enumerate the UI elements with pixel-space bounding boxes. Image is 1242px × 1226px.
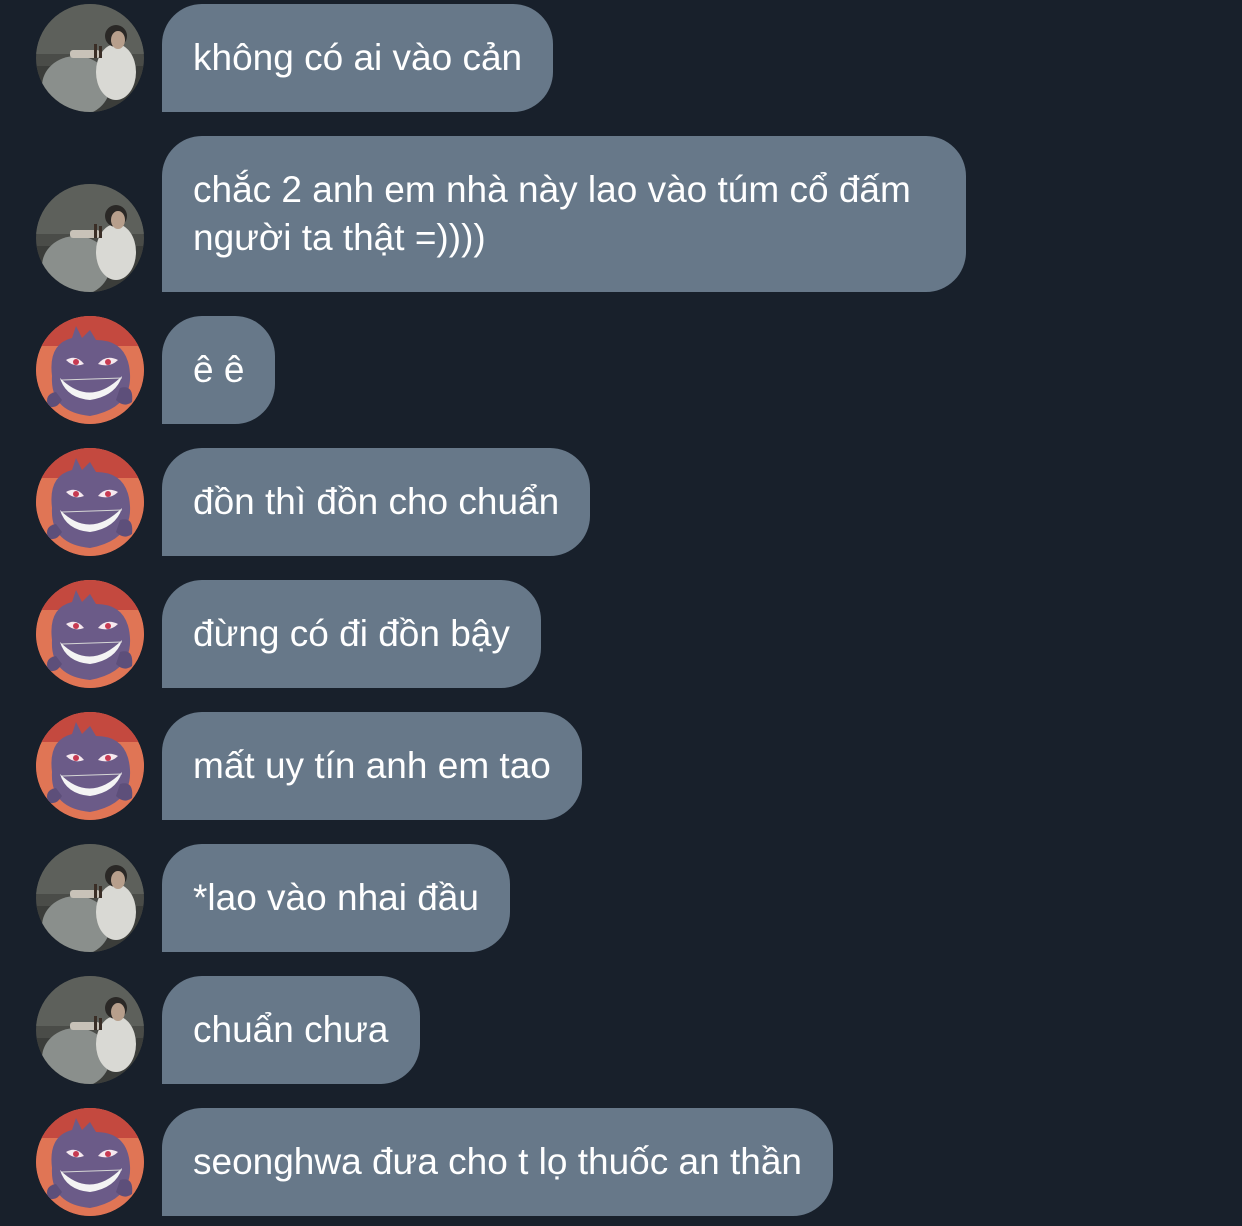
avatar-user-a-icon[interactable] bbox=[36, 844, 144, 952]
message-text: chắc 2 anh em nhà này lao vào túm cổ đấm… bbox=[193, 169, 911, 258]
message-bubble[interactable]: chuẩn chưa bbox=[162, 976, 420, 1084]
message-bubble[interactable]: mất uy tín anh em tao bbox=[162, 712, 582, 820]
message-bubble[interactable]: ê ê bbox=[162, 316, 276, 424]
message-text: ê ê bbox=[193, 349, 245, 390]
message-text: seonghwa đưa cho t lọ thuốc an thần bbox=[193, 1141, 802, 1182]
avatar-user-a-icon[interactable] bbox=[36, 4, 144, 112]
message-row: không có ai vào cản bbox=[0, 4, 1242, 112]
message-bubble[interactable]: đừng có đi đồn bậy bbox=[162, 580, 541, 688]
message-text: mất uy tín anh em tao bbox=[193, 745, 551, 786]
message-text: *lao vào nhai đầu bbox=[193, 877, 479, 918]
avatar-user-b-icon[interactable] bbox=[36, 316, 144, 424]
message-bubble[interactable]: chắc 2 anh em nhà này lao vào túm cổ đấm… bbox=[162, 136, 966, 292]
message-row: chuẩn chưa bbox=[0, 976, 1242, 1084]
message-row: mất uy tín anh em tao bbox=[0, 712, 1242, 820]
message-row: seonghwa đưa cho t lọ thuốc an thần bbox=[0, 1108, 1242, 1216]
message-row: chắc 2 anh em nhà này lao vào túm cổ đấm… bbox=[0, 136, 1242, 292]
avatar-user-a-icon[interactable] bbox=[36, 184, 144, 292]
message-row: *lao vào nhai đầu bbox=[0, 844, 1242, 952]
message-row: đồn thì đồn cho chuẩn bbox=[0, 448, 1242, 556]
message-text: đồn thì đồn cho chuẩn bbox=[193, 481, 560, 522]
message-bubble[interactable]: đồn thì đồn cho chuẩn bbox=[162, 448, 591, 556]
avatar-user-a-icon[interactable] bbox=[36, 976, 144, 1084]
message-row: ê ê bbox=[0, 316, 1242, 424]
message-bubble[interactable]: *lao vào nhai đầu bbox=[162, 844, 510, 952]
message-text: chuẩn chưa bbox=[193, 1009, 389, 1050]
message-bubble[interactable]: không có ai vào cản bbox=[162, 4, 554, 112]
avatar-user-b-icon[interactable] bbox=[36, 712, 144, 820]
message-text: đừng có đi đồn bậy bbox=[193, 613, 510, 654]
message-bubble[interactable]: seonghwa đưa cho t lọ thuốc an thần bbox=[162, 1108, 833, 1216]
avatar-user-b-icon[interactable] bbox=[36, 580, 144, 688]
message-text: không có ai vào cản bbox=[193, 37, 523, 78]
message-row: đừng có đi đồn bậy bbox=[0, 580, 1242, 688]
chat-message-list: không có ai vào cản chắc 2 anh em nhà nà… bbox=[0, 0, 1242, 1226]
avatar-user-b-icon[interactable] bbox=[36, 448, 144, 556]
avatar-user-b-icon[interactable] bbox=[36, 1108, 144, 1216]
